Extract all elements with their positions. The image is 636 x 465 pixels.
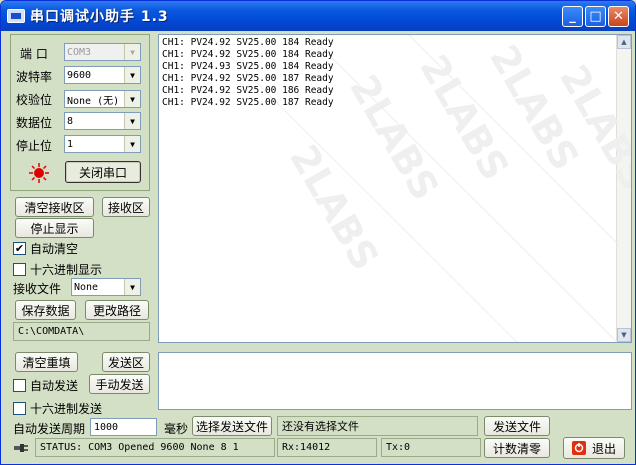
clear-resend-button[interactable]: 清空重填	[15, 352, 78, 372]
stopbits-value: 1	[67, 138, 74, 150]
auto-send-label: 自动发送	[30, 379, 79, 393]
chevron-down-icon: ▼	[124, 44, 140, 60]
hex-display-checkbox[interactable]: 十六进制显示	[13, 261, 102, 278]
baud-select[interactable]: 9600 ▼	[64, 66, 141, 84]
svg-text:2LABS: 2LABS	[281, 138, 387, 278]
chevron-down-icon[interactable]: ▼	[124, 136, 140, 152]
parity-value: None (无)	[67, 95, 120, 107]
stopbits-label: 停止位	[16, 139, 53, 153]
port-status-display: STATUS: COM3 Opened 9600 None 8 1	[35, 438, 275, 457]
auto-clear-checkbox[interactable]: ✔ 自动清空	[13, 240, 78, 257]
rx-counter: Rx:14012	[277, 438, 377, 457]
exit-button[interactable]: 退出	[563, 437, 625, 459]
exit-label: 退出	[591, 441, 616, 456]
hex-send-label: 十六进制发送	[30, 402, 103, 416]
minimize-button[interactable]: _	[562, 6, 583, 27]
port-value: COM3	[67, 46, 92, 58]
tx-counter: Tx:0	[381, 438, 481, 457]
databits-select[interactable]: 8 ▼	[64, 112, 141, 130]
plug-icon	[14, 444, 28, 452]
save-path-display: C:\COMDATA\	[13, 322, 150, 341]
clear-counter-button[interactable]: 计数清零	[484, 438, 550, 458]
port-status-indicator-icon	[29, 163, 49, 183]
exit-icon	[571, 441, 586, 455]
auto-clear-label: 自动清空	[30, 242, 79, 256]
title-bar[interactable]: 串口调试小助手 1.3 _ □ ✕	[1, 1, 635, 31]
port-select: COM3 ▼	[64, 43, 141, 61]
checkbox-box[interactable]	[13, 263, 26, 276]
parity-select[interactable]: None (无) ▼	[64, 90, 141, 108]
databits-value: 8	[67, 115, 74, 127]
receive-log: CH1: PV24.92 SV25.00 184 Ready CH1: PV24…	[162, 37, 334, 108]
chevron-down-icon[interactable]: ▼	[124, 113, 140, 129]
chevron-down-icon[interactable]: ▼	[124, 91, 140, 107]
hex-send-checkbox[interactable]: 十六进制发送	[13, 400, 102, 417]
checkbox-box[interactable]	[13, 379, 26, 392]
send-area-button[interactable]: 发送区	[102, 352, 150, 372]
clear-receive-button[interactable]: 清空接收区	[15, 197, 94, 217]
app-window: 串口调试小助手 1.3 _ □ ✕ 端 口 COM3 ▼ 波特率 9600 ▼ …	[0, 0, 636, 465]
hex-display-label: 十六进制显示	[30, 263, 103, 277]
manual-send-button[interactable]: 手动发送	[89, 374, 150, 394]
chevron-down-icon[interactable]: ▼	[124, 67, 140, 83]
file-status-display: 还没有选择文件	[277, 416, 478, 436]
baud-label: 波特率	[16, 70, 53, 84]
app-icon	[7, 9, 25, 23]
window-title: 串口调试小助手 1.3	[30, 9, 169, 25]
change-path-button[interactable]: 更改路径	[85, 300, 149, 320]
port-settings-panel: 端 口 COM3 ▼ 波特率 9600 ▼ 校验位 None (无) ▼ 数据位…	[10, 34, 150, 191]
receive-file-label: 接收文件	[13, 282, 62, 296]
close-button[interactable]: ✕	[608, 6, 629, 27]
stop-display-button[interactable]: 停止显示	[15, 218, 94, 238]
baud-value: 9600	[67, 69, 92, 81]
send-textarea[interactable]	[158, 352, 632, 410]
receive-area-button[interactable]: 接收区	[102, 197, 150, 217]
maximize-button[interactable]: □	[585, 6, 606, 27]
receive-file-select[interactable]: None ▼	[71, 278, 141, 296]
choose-send-file-button[interactable]: 选择发送文件	[192, 416, 272, 436]
auto-send-checkbox[interactable]: 自动发送	[13, 377, 78, 394]
receive-file-value: None	[74, 281, 99, 293]
chevron-down-icon[interactable]: ▼	[124, 279, 140, 295]
checkbox-box[interactable]: ✔	[13, 242, 26, 255]
save-data-button[interactable]: 保存数据	[15, 300, 76, 320]
stopbits-select[interactable]: 1 ▼	[64, 135, 141, 153]
send-file-button[interactable]: 发送文件	[484, 416, 550, 436]
auto-period-label: 自动发送周期	[13, 422, 86, 436]
port-label: 端 口	[20, 47, 48, 61]
databits-label: 数据位	[16, 116, 53, 130]
parity-label: 校验位	[16, 93, 53, 107]
receive-textarea[interactable]: 2LABS 2LABS 2LABS 2LABS 2LABS CH1: PV24.…	[158, 34, 632, 343]
checkbox-box[interactable]	[13, 402, 26, 415]
auto-period-input[interactable]: 1000	[90, 418, 157, 436]
close-port-button[interactable]: 关闭串口	[65, 161, 141, 183]
ms-label: 毫秒	[164, 422, 189, 436]
